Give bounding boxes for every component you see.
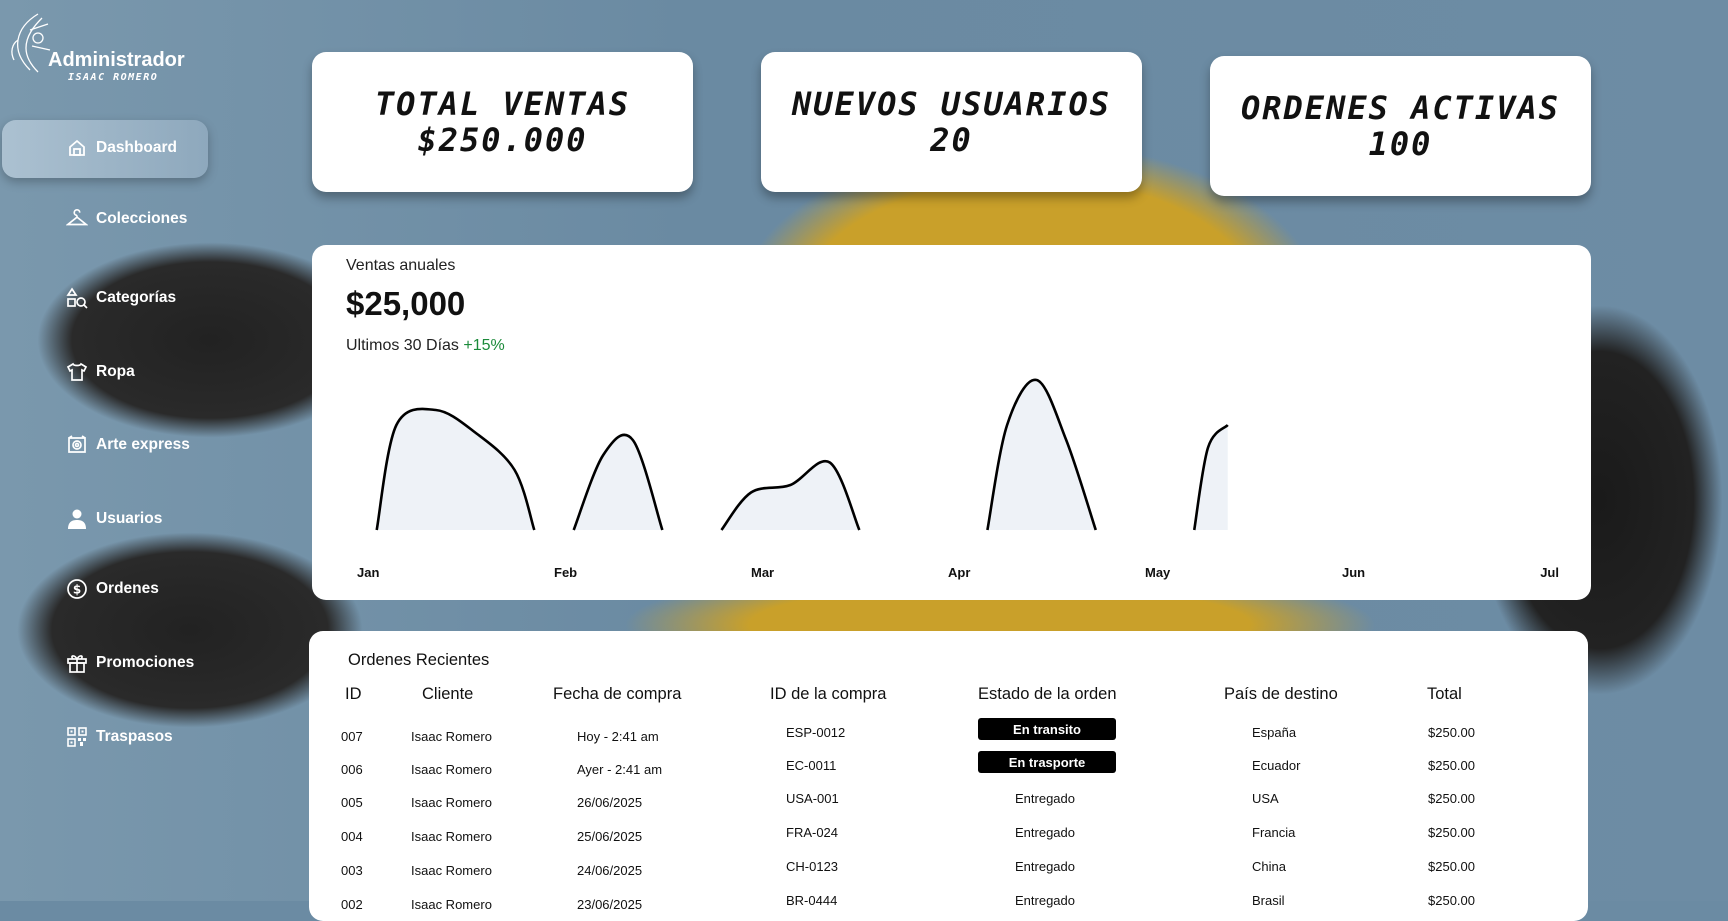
status-text: Entregado [1015, 859, 1075, 874]
series-area-segment [987, 379, 1096, 530]
cell-id: 006 [341, 762, 363, 777]
series-area-segment [376, 408, 535, 530]
cell-id: 004 [341, 829, 363, 844]
column-header-id-compra: ID de la compra [770, 685, 887, 703]
sidebar-item-label: Traspasos [96, 728, 173, 745]
column-header-fecha: Fecha de compra [553, 685, 682, 703]
hanger-icon [66, 208, 88, 230]
cell-compra: ESP-0012 [786, 725, 846, 740]
kpi-value: 20 [930, 121, 973, 159]
kpi-ordenes-activas: ORDENES ACTIVAS 100 [1210, 56, 1591, 196]
cell-total: $250.00 [1428, 859, 1475, 874]
x-tick-label: Apr [948, 565, 970, 580]
sidebar-item-promociones[interactable]: Promociones [66, 652, 194, 674]
cell-total: $250.00 [1428, 725, 1475, 740]
status-text: Entregado [1015, 791, 1075, 806]
cell-id: 007 [341, 729, 363, 744]
cell-id: 005 [341, 795, 363, 810]
series-area-segment [721, 461, 860, 530]
sidebar-item-label: Ordenes [96, 580, 159, 597]
kpi-label: NUEVOS USUARIOS [792, 85, 1111, 123]
column-header-estado: Estado de la orden [978, 685, 1117, 703]
admin-subtitle: ISAAC ROMERO [68, 72, 159, 83]
svg-text:$: $ [73, 583, 81, 597]
kpi-label: TOTAL VENTAS [374, 85, 631, 123]
sidebar-item-label: Arte express [96, 436, 190, 453]
cell-compra: FRA-024 [786, 825, 839, 840]
cell-cliente: Isaac Romero [411, 863, 492, 878]
sidebar-item-label: Ropa [96, 363, 135, 380]
kpi-total-ventas: TOTAL VENTAS $250.000 [312, 52, 693, 192]
sidebar-item-colecciones[interactable]: Colecciones [66, 208, 187, 230]
cell-fecha: 23/06/2025 [577, 897, 643, 912]
cell-id: 002 [341, 897, 363, 912]
sidebar-item-label: Dashboard [96, 139, 177, 156]
cell-cliente: Isaac Romero [411, 795, 492, 810]
cell-total: $250.00 [1428, 758, 1475, 773]
sales-chart-card: Ventas anuales $25,000 Ultimos 30 Días +… [312, 245, 1591, 600]
gift-icon [66, 652, 88, 674]
sales-line-chart: Jan Feb Mar Apr May Jun Jul [357, 378, 1559, 580]
column-header-pais: País de destino [1224, 685, 1338, 703]
sidebar-item-ordenes[interactable]: $ Ordenes [66, 578, 159, 600]
column-header-total: Total [1427, 685, 1462, 703]
cell-fecha: 24/06/2025 [577, 863, 643, 878]
x-tick-label: Jul [1540, 565, 1559, 580]
status-badge: En trasporte [978, 751, 1116, 773]
sidebar-item-label: Categorías [96, 289, 177, 306]
sidebar: Administrador ISAAC ROMERO Dashboard Col… [0, 0, 300, 901]
orders-title: Ordenes Recientes [348, 651, 490, 669]
cell-compra: USA-001 [786, 791, 839, 806]
cell-cliente: Isaac Romero [411, 729, 492, 744]
x-tick-label: Jun [1342, 565, 1365, 580]
sidebar-item-label: Promociones [96, 654, 195, 671]
column-header-id: ID [345, 685, 362, 703]
cell-fecha: Hoy - 2:41 am [577, 729, 659, 744]
x-tick-label: Jan [357, 565, 379, 580]
cell-pais: España [1252, 725, 1297, 740]
dollar-icon: $ [66, 578, 88, 600]
kpi-value: $250.000 [417, 121, 588, 159]
shapes-search-icon [66, 287, 88, 309]
cell-compra: CH-0123 [786, 859, 839, 874]
kpi-label: ORDENES ACTIVAS [1241, 89, 1560, 127]
cell-total: $250.00 [1428, 825, 1475, 840]
status-text: Entregado [1015, 825, 1075, 840]
sidebar-item-categorias[interactable]: Categorías [66, 287, 176, 309]
sidebar-item-dashboard[interactable]: Dashboard [66, 137, 177, 159]
home-icon [66, 137, 88, 159]
cell-fecha: 26/06/2025 [577, 795, 643, 810]
cell-fecha: 25/06/2025 [577, 829, 643, 844]
sidebar-item-ropa[interactable]: Ropa [66, 361, 135, 383]
sidebar-item-usuarios[interactable]: Usuarios [66, 508, 162, 530]
x-tick-label: Mar [751, 565, 774, 580]
cell-cliente: Isaac Romero [411, 762, 492, 777]
cell-compra: EC-0011 [786, 758, 837, 773]
sidebar-item-label: Colecciones [96, 210, 188, 227]
cell-pais: Ecuador [1252, 758, 1301, 773]
kpi-nuevos-usuarios: NUEVOS USUARIOS 20 [761, 52, 1142, 192]
x-tick-label: Feb [554, 565, 577, 580]
cell-pais: Francia [1252, 825, 1296, 840]
x-tick-label: May [1145, 565, 1171, 580]
sidebar-item-traspasos[interactable]: Traspasos [66, 726, 173, 748]
recent-orders-card: Ordenes Recientes ID Cliente Fecha de co… [309, 631, 1588, 921]
cell-total: $250.00 [1428, 791, 1475, 806]
shirt-icon [66, 361, 88, 383]
cell-id: 003 [341, 863, 363, 878]
cell-pais: USA [1252, 791, 1279, 806]
kpi-value: 100 [1368, 125, 1433, 163]
cell-cliente: Isaac Romero [411, 829, 492, 844]
column-header-cliente: Cliente [422, 685, 474, 703]
sidebar-item-arte-express[interactable]: Arte express [66, 434, 190, 456]
cell-pais: China [1252, 859, 1286, 874]
user-icon [66, 508, 88, 530]
sidebar-item-label: Usuarios [96, 510, 163, 527]
cell-cliente: Isaac Romero [411, 897, 492, 912]
qr-icon [66, 726, 88, 748]
art-icon [66, 434, 88, 456]
admin-title: Administrador [48, 49, 185, 71]
status-badge: En transito [978, 718, 1116, 740]
cell-fecha: Ayer - 2:41 am [577, 762, 663, 777]
